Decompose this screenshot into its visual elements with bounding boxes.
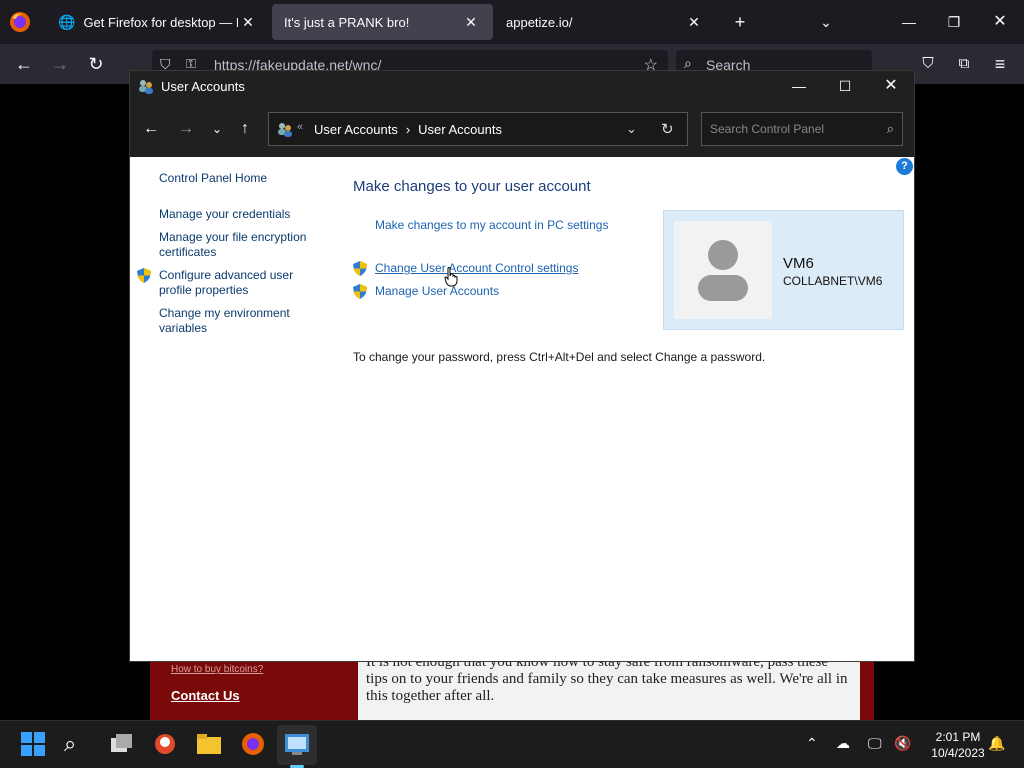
new-tab-icon[interactable]: + xyxy=(726,8,754,36)
menu-icon[interactable]: ≡ xyxy=(988,52,1012,76)
control-panel-icon[interactable] xyxy=(284,731,310,757)
file-explorer-icon[interactable] xyxy=(196,731,222,757)
firefox-logo-icon[interactable] xyxy=(8,10,32,34)
uac-shield-icon xyxy=(353,261,367,276)
avatar xyxy=(674,221,772,319)
start-windows-icon[interactable] xyxy=(20,731,46,757)
manage-user-accounts-link[interactable]: Manage User Accounts xyxy=(375,284,499,298)
chevron-right-icon[interactable]: › xyxy=(406,122,410,137)
breadcrumb-item[interactable]: User Accounts xyxy=(314,122,398,137)
uac-shield-icon xyxy=(137,268,151,283)
tab-title: It's just a PRANK bro! xyxy=(284,14,410,30)
sidebar-environment-variables[interactable]: Change my environment variables xyxy=(159,306,319,336)
tab-title: appetize.io/ xyxy=(506,14,573,30)
tab-appetize[interactable]: appetize.io/ ✕ xyxy=(494,4,716,40)
forward-icon[interactable]: → xyxy=(48,52,72,76)
close-icon[interactable]: ✕ xyxy=(986,8,1014,36)
back-icon[interactable]: ← xyxy=(139,119,163,139)
task-view-icon[interactable] xyxy=(108,731,134,757)
user-accounts-icon xyxy=(278,123,292,137)
tab-prank[interactable]: It's just a PRANK bro! ✕ xyxy=(272,4,493,40)
refresh-icon[interactable]: ↻ xyxy=(661,120,674,138)
control-panel-search[interactable]: Search Control Panel ⌕ xyxy=(701,112,903,146)
onedrive-icon[interactable]: ☁ xyxy=(836,735,850,752)
chevron-down-icon[interactable]: ⌄ xyxy=(626,121,637,137)
sidebar-file-encryption[interactable]: Manage your file encryption certificates xyxy=(159,230,319,260)
minimize-icon[interactable]: — xyxy=(895,8,923,36)
close-tab-icon[interactable]: ✕ xyxy=(461,14,481,31)
network-icon[interactable]: 🖵 xyxy=(868,735,882,752)
sidebar-control-panel-home[interactable]: Control Panel Home xyxy=(159,171,319,186)
firefox-icon[interactable] xyxy=(240,731,266,757)
window-minimize-icon[interactable]: — xyxy=(776,71,822,101)
tab-firefox-download[interactable]: 🌐 Get Firefox for desktop — Mozi ✕ xyxy=(46,4,270,40)
mascot-app-icon[interactable] xyxy=(152,731,178,757)
sidebar-advanced-profile[interactable]: Configure advanced user profile properti… xyxy=(159,268,319,298)
contact-us-link[interactable]: Contact Us xyxy=(171,688,240,703)
taskbar: ⌕ ⌃ ☁ 🖵 🔇 2:01 PM 10/4/2023 🔔 xyxy=(0,720,1024,768)
window-close-icon[interactable]: ✕ xyxy=(868,71,914,101)
pc-settings-link[interactable]: Make changes to my account in PC setting… xyxy=(375,218,608,232)
search-icon[interactable]: ⌕ xyxy=(64,731,90,757)
user-accounts-icon xyxy=(139,80,153,94)
account-domain: COLLABNET\VM6 xyxy=(783,274,883,288)
password-instruction: To change your password, press Ctrl+Alt+… xyxy=(353,350,766,364)
user-accounts-window: User Accounts — ☐ ✕ ← → ⌄ ↑ « User Accou… xyxy=(129,70,915,662)
reload-icon[interactable]: ↻ xyxy=(84,52,108,76)
window-title: User Accounts xyxy=(161,79,245,94)
window-nav-bar: ← → ⌄ ↑ « User Accounts › User Accounts … xyxy=(130,101,914,157)
globe-icon: 🌐 xyxy=(58,13,76,30)
hand-cursor-icon xyxy=(444,267,458,287)
help-icon[interactable]: ? xyxy=(896,158,913,175)
uac-shield-icon xyxy=(353,284,367,299)
tab-title: Get Firefox for desktop — Mozi xyxy=(83,14,238,30)
back-icon[interactable]: ← xyxy=(12,52,36,76)
sidebar-manage-credentials[interactable]: Manage your credentials xyxy=(159,207,319,222)
clock-time: 2:01 PM xyxy=(935,730,981,744)
list-tabs-icon[interactable]: ⌄ xyxy=(812,8,840,36)
uac-settings-link[interactable]: Change User Account Control settings xyxy=(375,261,578,275)
account-panel: VM6 COLLABNET\VM6 xyxy=(663,210,904,330)
up-icon[interactable]: ↑ xyxy=(233,119,257,139)
how-to-buy-bitcoins-link[interactable]: How to buy bitcoins? xyxy=(171,664,263,675)
window-content: ? Control Panel Home Manage your credent… xyxy=(130,157,914,661)
system-clock[interactable]: 2:01 PM 10/4/2023 xyxy=(918,729,998,761)
breadcrumb-overflow-icon[interactable]: « xyxy=(297,121,303,133)
breadcrumb-item[interactable]: User Accounts xyxy=(418,122,502,137)
breadcrumb: User Accounts › User Accounts xyxy=(314,122,502,137)
account-name: VM6 xyxy=(783,255,814,272)
recent-locations-icon[interactable]: ⌄ xyxy=(205,119,229,139)
pocket-icon[interactable]: ⛉ xyxy=(916,52,940,76)
browser-tab-strip: 🌐 Get Firefox for desktop — Mozi ✕ It's … xyxy=(0,0,1024,44)
close-tab-icon[interactable]: ✕ xyxy=(238,14,258,31)
window-maximize-icon[interactable]: ☐ xyxy=(822,71,868,101)
notification-bell-icon[interactable]: 🔔 xyxy=(988,735,1005,752)
user-silhouette-icon xyxy=(698,240,748,301)
address-bar[interactable]: « User Accounts › User Accounts ⌄ ↻ xyxy=(268,112,688,146)
window-title-bar[interactable]: User Accounts — ☐ ✕ xyxy=(130,71,914,101)
search-icon[interactable]: ⌕ xyxy=(887,121,894,137)
extensions-icon[interactable]: ⧉ xyxy=(952,52,976,76)
clock-date: 10/4/2023 xyxy=(931,746,985,760)
show-hidden-icons-icon[interactable]: ⌃ xyxy=(806,735,818,752)
forward-icon[interactable]: → xyxy=(174,119,198,139)
ransom-text-box: It is not enough that you know how to st… xyxy=(358,652,860,720)
volume-muted-icon[interactable]: 🔇 xyxy=(894,735,911,752)
restore-icon[interactable]: ❐ xyxy=(940,8,968,36)
search-placeholder: Search Control Panel xyxy=(710,122,825,136)
close-tab-icon[interactable]: ✕ xyxy=(684,14,704,31)
page-title: Make changes to your user account xyxy=(353,178,591,195)
